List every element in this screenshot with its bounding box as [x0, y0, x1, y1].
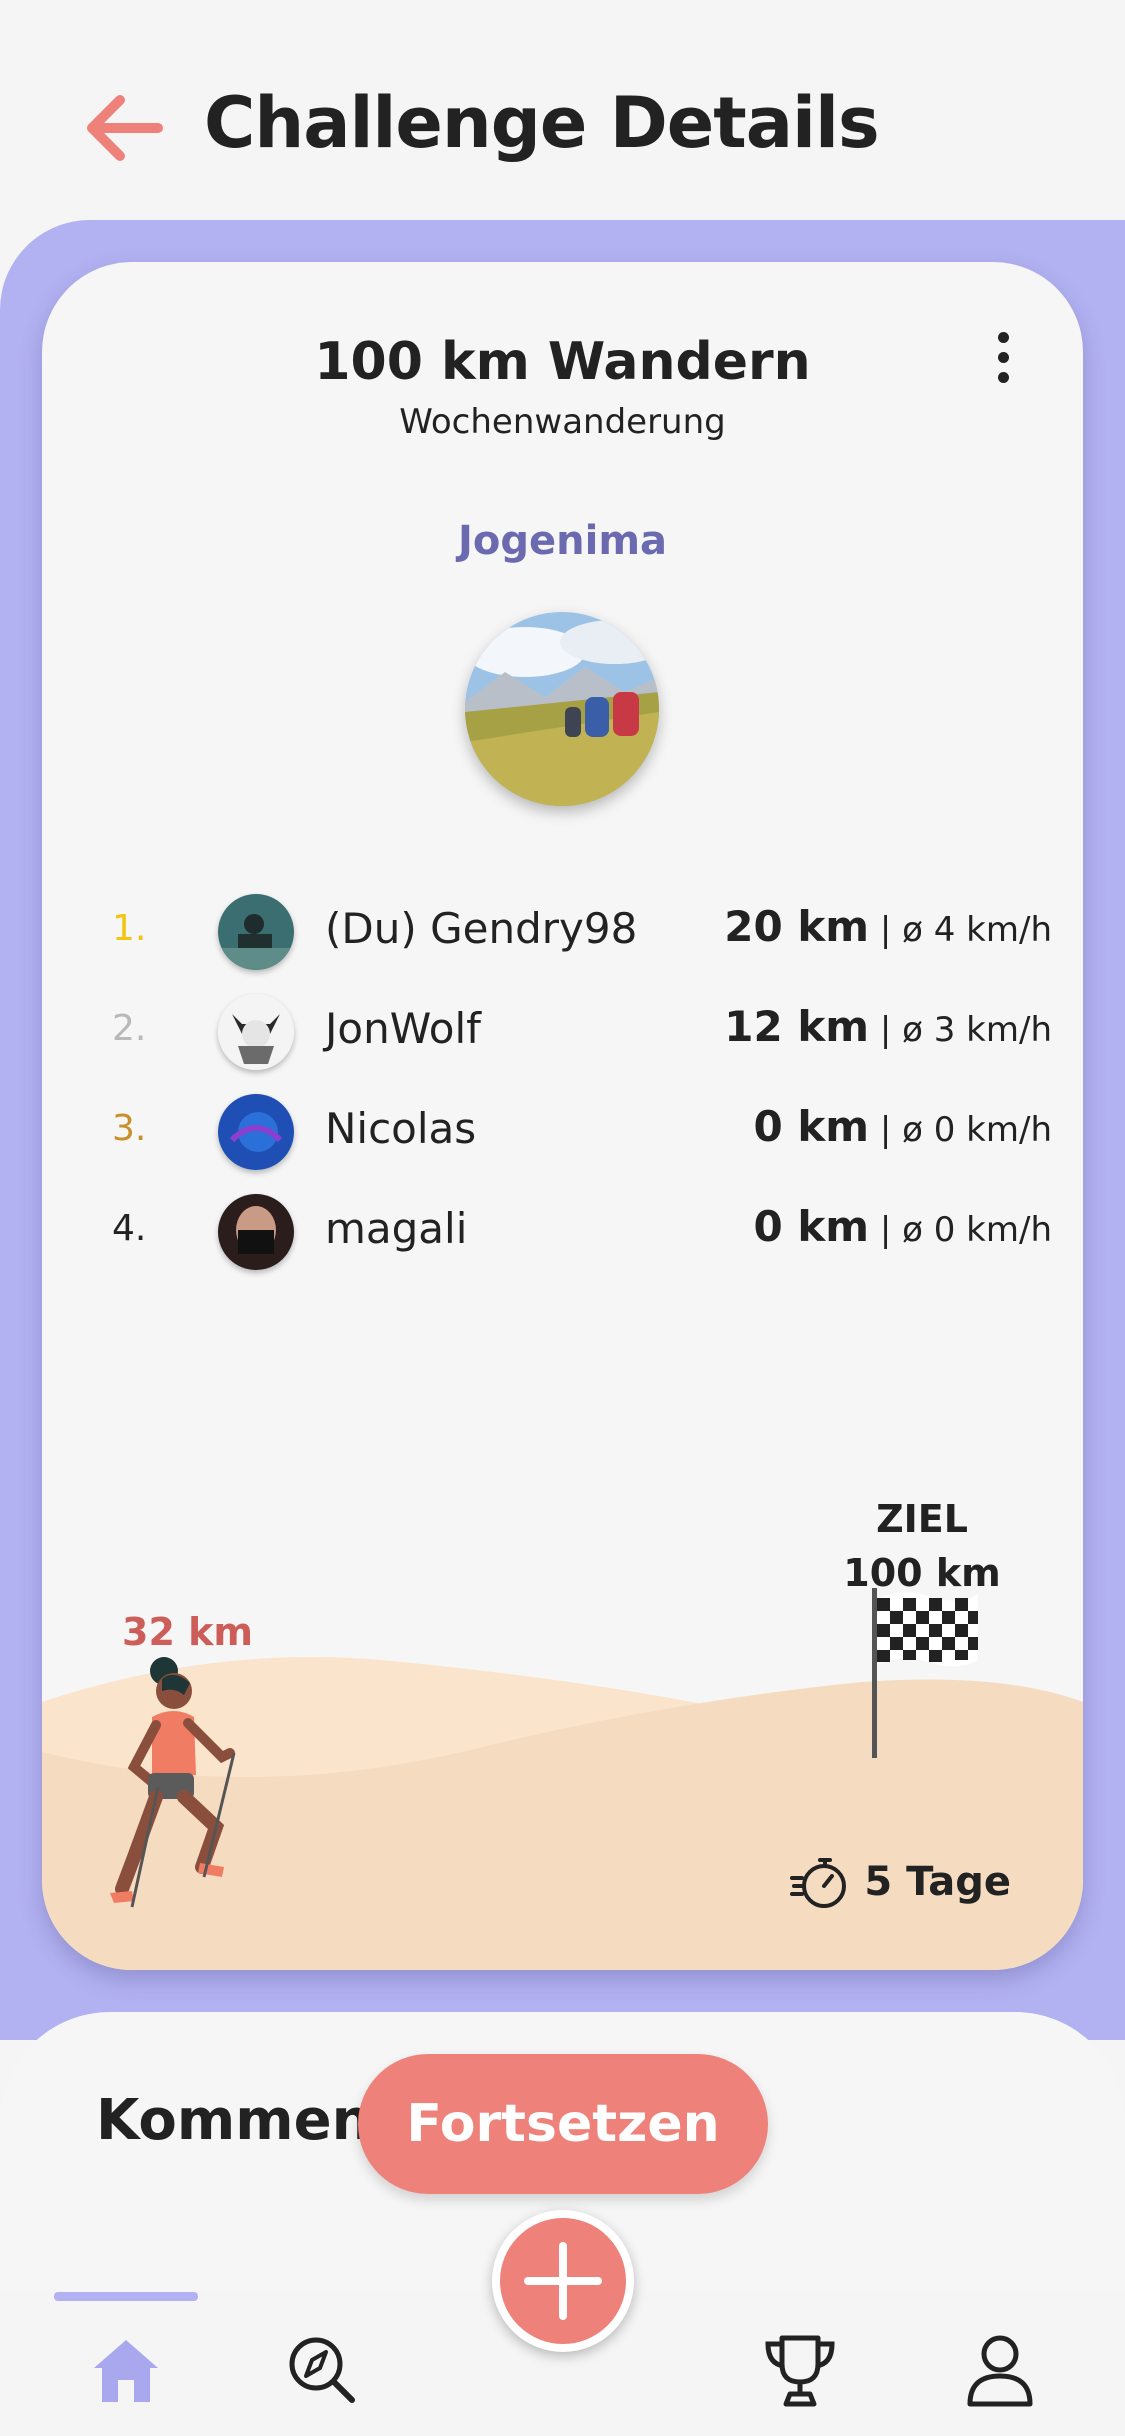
participant-speed: | ø 3 km/h	[879, 1010, 1052, 1050]
progress-distance: 32 km	[122, 1610, 253, 1654]
avatar	[218, 894, 294, 970]
add-button[interactable]	[492, 2210, 634, 2352]
leaderboard-row[interactable]: 1. (Du) Gendry98 20 km | ø 4 km/h	[112, 882, 1052, 982]
trophy-icon[interactable]	[750, 2320, 850, 2420]
participant-name: magali	[325, 1204, 468, 1253]
time-left: 5 Tage	[790, 1852, 1011, 1912]
participant-km: 0 km	[753, 1102, 870, 1151]
home-icon[interactable]	[76, 2320, 176, 2420]
goal-label: ZIEL 100 km	[842, 1492, 1002, 1600]
group-name: Jogenima	[458, 518, 667, 564]
avatar	[218, 994, 294, 1070]
avatar	[218, 1094, 294, 1170]
participant-stats: 20 km | ø 4 km/h	[724, 902, 1052, 951]
leaderboard-row[interactable]: 3. Nicolas 0 km | ø 0 km/h	[112, 1082, 1052, 1182]
rank-label: 3.	[112, 1108, 147, 1149]
rank-label: 2.	[112, 1008, 147, 1049]
hiker-icon	[104, 1657, 264, 1917]
rank-label: 4.	[112, 1208, 147, 1249]
participant-speed: | ø 0 km/h	[879, 1210, 1052, 1250]
participant-km: 20 km	[724, 902, 870, 951]
challenge-title: 100 km Wandern	[314, 332, 811, 392]
active-tab-indicator	[54, 2292, 198, 2301]
finish-flag-icon	[868, 1588, 988, 1758]
participant-name: JonWolf	[325, 1004, 481, 1053]
discover-icon[interactable]	[272, 2320, 372, 2420]
leaderboard: 1. (Du) Gendry98 20 km | ø 4 km/h 2. Jon…	[112, 882, 1052, 1282]
add-icon	[524, 2242, 602, 2320]
participant-stats: 12 km | ø 3 km/h	[724, 1002, 1052, 1051]
page-title: Challenge Details	[204, 82, 880, 164]
participant-name: (Du) Gendry98	[325, 904, 638, 953]
more-options-icon[interactable]	[983, 332, 1023, 392]
challenge-subtitle: Wochenwanderung	[399, 402, 726, 442]
goal-title: ZIEL	[876, 1497, 968, 1541]
leaderboard-row[interactable]: 2. JonWolf 12 km | ø 3 km/h	[112, 982, 1052, 1082]
participant-speed: | ø 4 km/h	[879, 910, 1052, 950]
participant-speed: | ø 0 km/h	[879, 1110, 1052, 1150]
days-remaining: 5 Tage	[864, 1859, 1011, 1905]
rank-label: 1.	[112, 908, 147, 949]
group-avatar	[465, 612, 659, 806]
leaderboard-row[interactable]: 4. magali 0 km | ø 0 km/h	[112, 1182, 1052, 1282]
challenge-card: 100 km Wandern Wochenwanderung Jogenima …	[42, 262, 1083, 1970]
avatar	[218, 1194, 294, 1270]
back-arrow-icon[interactable]	[84, 88, 174, 168]
continue-button[interactable]: Fortsetzen	[358, 2054, 768, 2194]
participant-km: 12 km	[724, 1002, 870, 1051]
profile-icon[interactable]	[950, 2320, 1050, 2420]
participant-stats: 0 km | ø 0 km/h	[754, 1202, 1052, 1251]
participant-stats: 0 km | ø 0 km/h	[754, 1102, 1052, 1151]
participant-name: Nicolas	[325, 1104, 477, 1153]
header: Challenge Details	[0, 0, 1125, 220]
participant-km: 0 km	[753, 1202, 870, 1251]
timer-icon	[790, 1858, 847, 1908]
